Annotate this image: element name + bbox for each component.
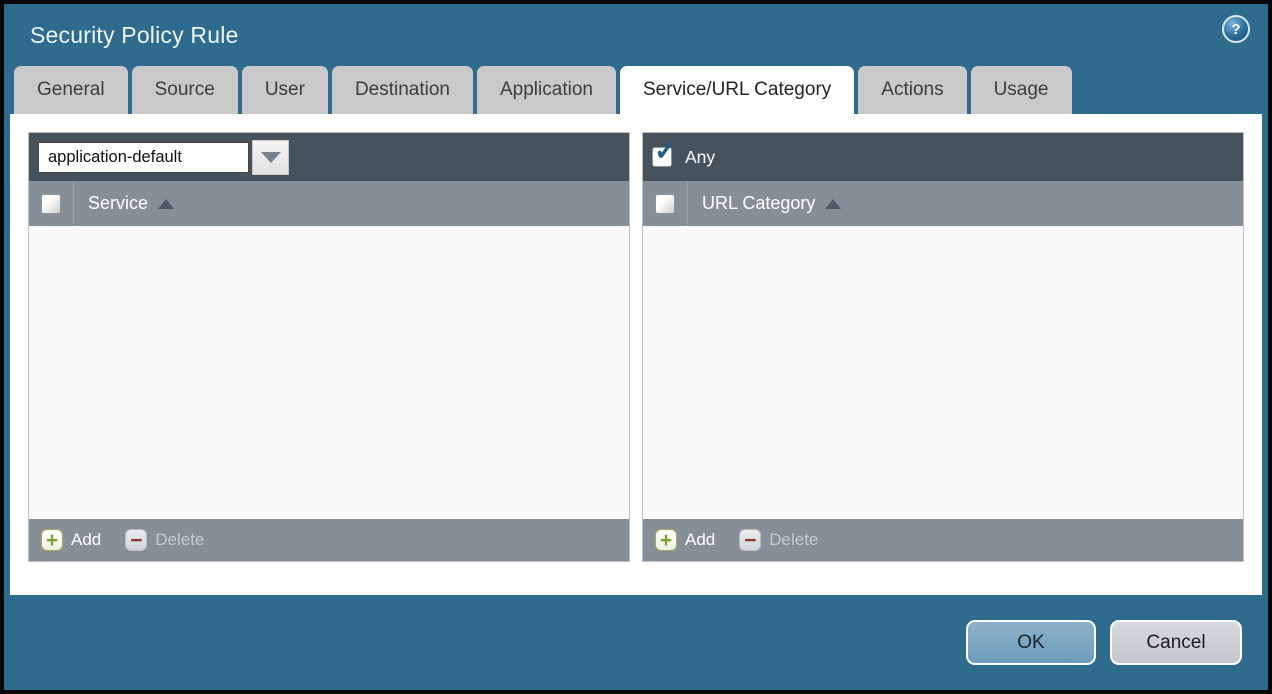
sort-ascending-icon[interactable] <box>158 199 174 209</box>
tab-content: ✓ Service + Add − Delete ✓ Any <box>10 114 1262 595</box>
service-select-all-checkbox[interactable]: ✓ <box>41 194 61 214</box>
url-category-select-all-cell: ✓ <box>643 181 688 226</box>
service-panel-header <box>29 133 629 181</box>
service-column-label: Service <box>88 193 148 214</box>
any-checkbox[interactable]: ✓ <box>652 147 672 167</box>
url-category-delete-button[interactable]: − Delete <box>739 529 818 551</box>
delete-icon: − <box>739 529 761 551</box>
cancel-button[interactable]: Cancel <box>1110 620 1242 665</box>
url-category-panel: ✓ Any ✓ URL Category + Add − Delete <box>642 132 1244 562</box>
service-column-header: ✓ Service <box>29 181 629 226</box>
service-type-input[interactable] <box>38 142 249 173</box>
tab-general[interactable]: General <box>14 66 128 114</box>
dialog-title: Security Policy Rule <box>30 22 239 49</box>
service-panel: ✓ Service + Add − Delete <box>28 132 630 562</box>
tab-destination[interactable]: Destination <box>332 66 473 114</box>
delete-icon: − <box>125 529 147 551</box>
security-policy-rule-dialog: Security Policy Rule ? General Source Us… <box>0 0 1272 694</box>
tab-bar: General Source User Destination Applicat… <box>4 66 1268 114</box>
url-category-select-all-checkbox[interactable]: ✓ <box>655 194 675 214</box>
tab-actions[interactable]: Actions <box>858 66 966 114</box>
add-button-label: Add <box>71 530 101 550</box>
dialog-button-bar: OK Cancel <box>4 595 1268 690</box>
ok-button[interactable]: OK <box>966 620 1096 665</box>
add-icon: + <box>41 529 63 551</box>
url-category-panel-footer: + Add − Delete <box>643 519 1243 561</box>
service-type-dropdown-button[interactable] <box>252 140 289 175</box>
delete-button-label: Delete <box>769 530 818 550</box>
delete-button-label: Delete <box>155 530 204 550</box>
service-delete-button[interactable]: − Delete <box>125 529 204 551</box>
tab-source[interactable]: Source <box>132 66 238 114</box>
tab-application[interactable]: Application <box>477 66 616 114</box>
sort-ascending-icon[interactable] <box>825 199 841 209</box>
tab-service-url-category[interactable]: Service/URL Category <box>620 66 854 114</box>
help-glyph: ? <box>1231 21 1240 38</box>
help-icon[interactable]: ? <box>1222 15 1250 43</box>
add-icon: + <box>655 529 677 551</box>
url-category-column-header: ✓ URL Category <box>643 181 1243 226</box>
service-select-all-cell: ✓ <box>29 181 74 226</box>
url-category-add-button[interactable]: + Add <box>655 529 715 551</box>
add-button-label: Add <box>685 530 715 550</box>
chevron-down-icon <box>261 152 281 163</box>
checkmark-icon: ✓ <box>654 137 677 165</box>
tab-usage[interactable]: Usage <box>971 66 1072 114</box>
url-category-list-body <box>643 226 1243 519</box>
tab-user[interactable]: User <box>242 66 328 114</box>
service-list-body <box>29 226 629 519</box>
any-label: Any <box>685 147 715 168</box>
url-category-column-label: URL Category <box>702 193 815 214</box>
service-add-button[interactable]: + Add <box>41 529 101 551</box>
titlebar: Security Policy Rule ? <box>4 4 1268 66</box>
url-category-panel-header: ✓ Any <box>643 133 1243 181</box>
service-panel-footer: + Add − Delete <box>29 519 629 561</box>
